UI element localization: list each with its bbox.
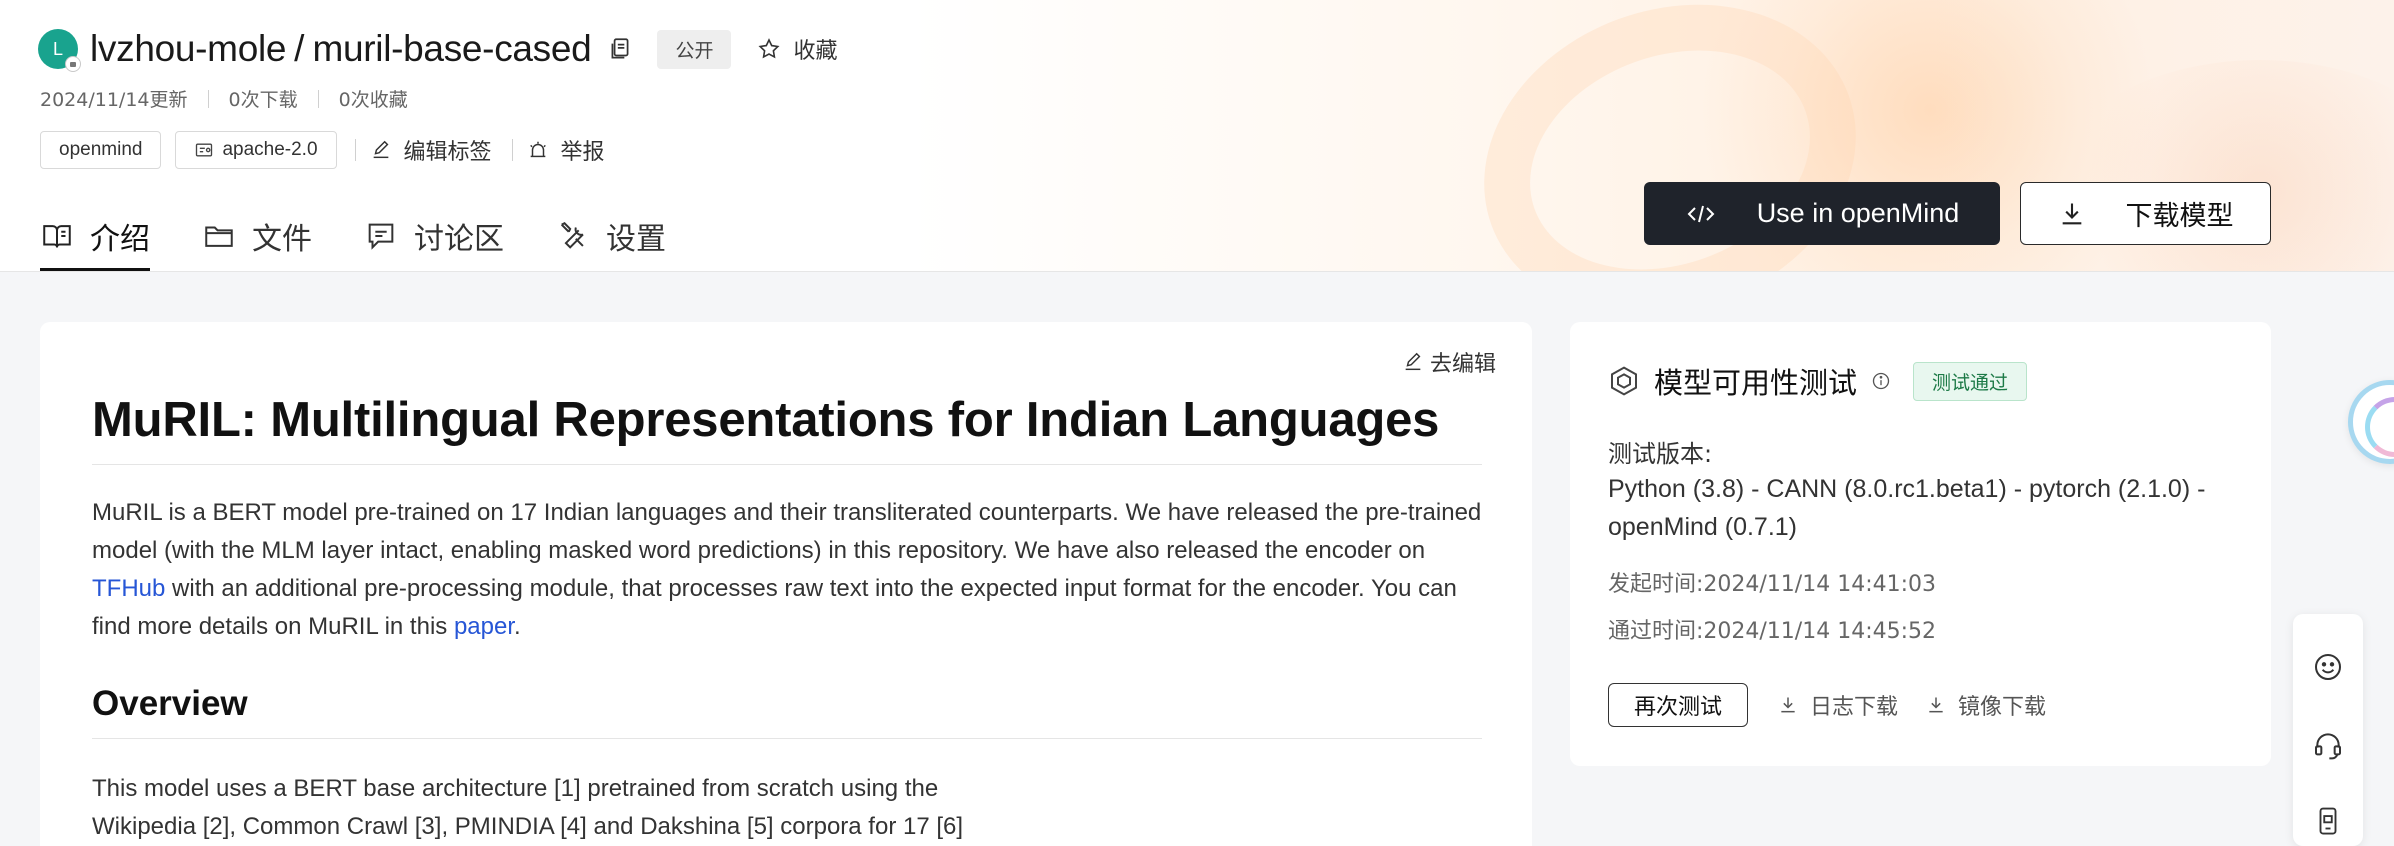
lock-icon	[65, 56, 81, 72]
use-in-openmind-label: Use in openMind	[1756, 198, 1960, 228]
overview-heading: Overview	[92, 684, 1482, 739]
tab-discussion[interactable]: 讨论区	[364, 200, 504, 271]
star-icon	[758, 38, 780, 59]
tab-files[interactable]: 文件	[202, 200, 312, 271]
copy-icon[interactable]	[607, 36, 633, 62]
repo-owner[interactable]: lvzhou-mole	[90, 28, 286, 70]
paragraph-line: This model uses a BERT base architecture…	[92, 775, 939, 802]
visibility-badge: 公开	[657, 29, 732, 69]
log-download-label: 日志下载	[1810, 695, 1899, 720]
chat-icon	[368, 223, 394, 250]
overview-paragraph: This model uses a BERT base architecture…	[92, 770, 1072, 846]
retest-label: 再次测试	[1633, 695, 1722, 720]
pencil-icon	[373, 140, 388, 159]
tab-label: 设置	[606, 222, 666, 257]
download-model-button[interactable]: 下载模型	[2020, 182, 2271, 245]
version-value: Python (3.8) - CANN (8.0.rc1.beta1) - py…	[1608, 475, 2206, 541]
floating-toolbar	[2293, 614, 2363, 846]
readme-card: 去编辑 MuRIL: Multilingual Representations …	[40, 322, 1532, 846]
report-label: 举报	[560, 140, 605, 165]
phone-icon	[2319, 807, 2337, 835]
paragraph-text: .	[514, 613, 521, 640]
report-button[interactable]: 举报	[527, 134, 605, 166]
customer-service-button[interactable]	[2311, 728, 2345, 762]
repo-meta: 2024/11/14更新 0次下载 0次收藏	[40, 85, 408, 112]
readme-title: MuRIL: Multilingual Representations for …	[92, 392, 1482, 465]
divider	[511, 139, 513, 161]
tag-openmind[interactable]: openmind	[40, 131, 162, 169]
retest-button[interactable]: 再次测试	[1608, 683, 1748, 727]
download-count: 0次下载	[228, 89, 298, 111]
headset-icon	[2315, 733, 2341, 760]
path-separator: /	[294, 28, 305, 69]
divider	[207, 89, 209, 108]
smiley-icon	[2315, 654, 2341, 680]
alarm-icon	[529, 141, 546, 158]
download-model-label: 下载模型	[2125, 201, 2234, 232]
tab-label: 讨论区	[414, 222, 504, 257]
owner-avatar[interactable]: L	[38, 29, 81, 72]
tfhub-link[interactable]: TFHub	[92, 575, 165, 602]
tab-label: 文件	[252, 222, 312, 257]
assistant-logo-button[interactable]	[2348, 380, 2394, 464]
pass-time: 通过时间:2024/11/14 14:45:52	[1608, 619, 1937, 644]
paper-link[interactable]: paper	[454, 613, 514, 640]
info-icon[interactable]	[1871, 371, 1891, 391]
divider	[317, 89, 319, 108]
download-icon	[1929, 697, 1943, 713]
edit-tags-button[interactable]: 编辑标签	[370, 134, 492, 166]
paragraph-text: MuRIL is a BERT model pre-trained on 17 …	[92, 499, 1482, 564]
tag-license[interactable]: apache-2.0	[175, 131, 337, 169]
favorite-count: 0次收藏	[338, 89, 408, 111]
paragraph-text: with an additional pre-processing module…	[92, 575, 1457, 640]
tag-label: apache-2.0	[222, 139, 318, 160]
tab-settings[interactable]: 设置	[556, 200, 666, 271]
status-badge: 测试通过	[1913, 361, 2028, 401]
use-in-openmind-button[interactable]: Use in openMind	[1644, 182, 2000, 245]
log-download-button[interactable]: 日志下载	[1778, 689, 1898, 721]
repo-tabs: 介绍 文件 讨论区 设置	[40, 200, 718, 271]
tools-icon	[560, 222, 584, 249]
code-icon	[1687, 205, 1715, 222]
download-icon	[1781, 697, 1795, 713]
folder-icon	[205, 226, 233, 247]
start-time: 发起时间:2024/11/14 14:41:03	[1608, 572, 1937, 597]
repo-title-row: L lvzhou-mole / muril-base-cased 公开 收藏	[38, 24, 837, 74]
avatar-letter: L	[52, 38, 63, 59]
panel-actions: 再次测试 日志下载 镜像下载	[1608, 683, 2074, 727]
availability-test-panel: 模型可用性测试 测试通过 测试版本: Python (3.8) - CANN (…	[1570, 322, 2271, 766]
favorite-button[interactable]: 收藏	[757, 33, 837, 65]
hexagon-icon	[1611, 366, 1637, 396]
edit-tags-label: 编辑标签	[403, 140, 492, 165]
book-icon	[43, 225, 71, 248]
favorite-label: 收藏	[793, 39, 838, 64]
repo-header: L lvzhou-mole / muril-base-cased 公开 收藏 2…	[0, 0, 2394, 272]
tag-label: openmind	[59, 139, 143, 160]
repo-name: muril-base-cased	[312, 28, 592, 69]
feedback-button[interactable]	[2311, 650, 2345, 684]
tab-label: 介绍	[90, 222, 150, 257]
edit-readme-button[interactable]: 去编辑	[1402, 346, 1496, 378]
paragraph-line: Wikipedia [2], Common Crawl [3], PMINDIA…	[92, 813, 964, 840]
readme-intro-paragraph: MuRIL is a BERT model pre-trained on 17 …	[92, 494, 1492, 646]
pencil-icon	[1405, 352, 1421, 371]
edit-label: 去编辑	[1429, 352, 1496, 377]
mobile-button[interactable]	[2311, 804, 2345, 838]
download-icon	[2062, 203, 2081, 224]
license-icon	[196, 143, 213, 157]
image-download-button[interactable]: 镜像下载	[1926, 689, 2046, 721]
panel-title: 模型可用性测试	[1654, 366, 1858, 400]
version-label: 测试版本:	[1608, 440, 1713, 468]
tag-row: openmind apache-2.0 编辑标签 举报	[40, 131, 625, 169]
panel-header: 模型可用性测试 测试通过	[1608, 360, 2028, 402]
divider	[354, 139, 356, 161]
tab-intro[interactable]: 介绍	[40, 200, 150, 271]
image-download-label: 镜像下载	[1958, 695, 2047, 720]
updated-date: 2024/11/14更新	[40, 89, 188, 111]
